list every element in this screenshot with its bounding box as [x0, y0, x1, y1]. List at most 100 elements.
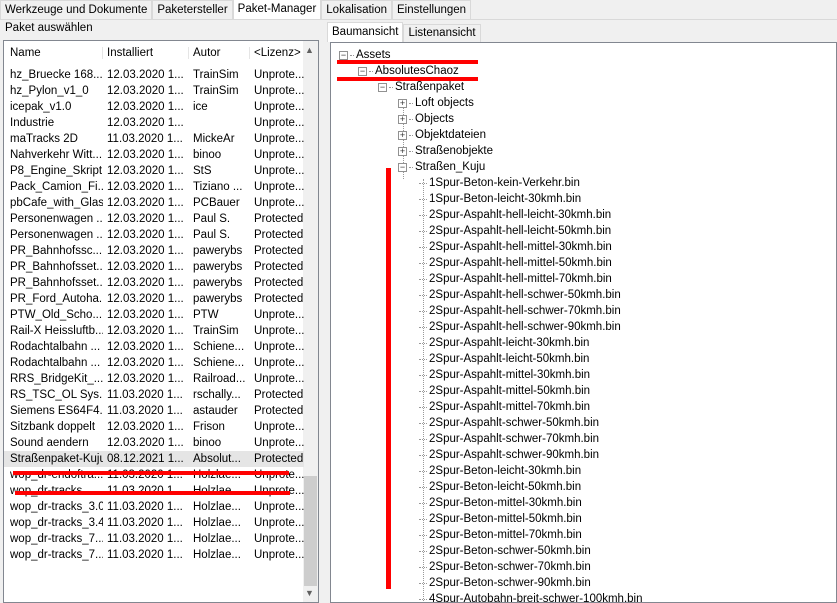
tree-node[interactable]: 2Spur-Aspahlt-leicht-50kmh.bin — [419, 351, 589, 367]
tree-node[interactable]: 2Spur-Aspahlt-hell-schwer-90kmh.bin — [419, 319, 621, 335]
tree-node[interactable]: 2Spur-Aspahlt-hell-mittel-30kmh.bin — [419, 239, 612, 255]
tree-node[interactable]: 2Spur-Beton-mittel-50kmh.bin — [419, 511, 582, 527]
cell-license: Protected — [254, 229, 304, 241]
tree-node-label: 2Spur-Aspahlt-hell-schwer-90kmh.bin — [429, 321, 621, 333]
table-row[interactable]: Rodachtalbahn ... 12.03.2020 1... Schiene.… — [4, 355, 304, 371]
table-row[interactable]: Siemens ES64F4... 11.03.2020 1... astauder… — [4, 403, 304, 419]
tree-node[interactable]: 2Spur-Aspahlt-leicht-30kmh.bin — [419, 335, 589, 351]
table-row[interactable]: Nahverkehr Witt... 12.03.2020 1... binoo Un… — [4, 147, 304, 163]
cell-author: pawerybs — [193, 293, 243, 305]
column-license[interactable]: <Lizenz> — [250, 47, 304, 59]
table-row[interactable]: wop_dr-endoftra... 11.03.2020 1... Holzlae… — [4, 467, 304, 483]
tree-node[interactable]: 1Spur-Beton-kein-Verkehr.bin — [419, 175, 580, 191]
table-row[interactable]: RRS_BridgeKit_... 12.03.2020 1... Railroad… — [4, 371, 304, 387]
scroll-up-icon[interactable]: ▲ — [305, 45, 314, 55]
collapse-icon[interactable]: − — [398, 162, 407, 172]
cell-author: rschally... — [193, 389, 241, 401]
table-row[interactable]: Sound aendern 12.03.2020 1... binoo Unprote… — [4, 435, 304, 451]
table-row[interactable]: icepak_v1.0 12.03.2020 1... ice Unprote... — [4, 99, 304, 115]
tree-node[interactable]: 2Spur-Beton-schwer-50kmh.bin — [419, 543, 591, 559]
expand-icon[interactable]: + — [398, 114, 407, 124]
table-row[interactable]: P8_Engine_Skript 12.03.2020 1... StS Unprot… — [4, 163, 304, 179]
tree-node[interactable]: 1Spur-Beton-leicht-30kmh.bin — [419, 191, 581, 207]
package-list[interactable]: Name Installiert Autor <Lizenz> ▲ ▼ hz_B… — [3, 40, 319, 603]
collapse-icon[interactable]: − — [378, 82, 387, 92]
tab-1[interactable]: Paketersteller — [152, 0, 233, 19]
tree-node[interactable]: 2Spur-Aspahlt-schwer-70kmh.bin — [419, 431, 599, 447]
cell-license: Unprote... — [254, 165, 304, 177]
column-installed[interactable]: Installiert — [103, 47, 189, 59]
scrollbar-thumb[interactable] — [304, 476, 317, 586]
table-row[interactable]: PR_Bahnhofsset... 12.03.2020 1... pawerybs… — [4, 259, 304, 275]
tree-node[interactable]: 2Spur-Beton-mittel-70kmh.bin — [419, 527, 582, 543]
list-scrollbar[interactable]: ▲ ▼ — [303, 41, 318, 602]
cell-author: binoo — [193, 149, 222, 161]
table-row[interactable]: Straßenpaket-Kuju 08.12.2021 1... Absolut.… — [4, 451, 304, 467]
table-row[interactable]: Industrie 12.03.2020 1... Unprote... — [4, 115, 304, 131]
table-row[interactable]: Rodachtalbahn ... 12.03.2020 1... Schiene.… — [4, 339, 304, 355]
tree-node[interactable]: 2Spur-Aspahlt-mittel-70kmh.bin — [419, 399, 590, 415]
tree-node[interactable]: 2Spur-Beton-schwer-70kmh.bin — [419, 559, 591, 575]
tree-node[interactable]: + Objektdateien — [398, 127, 486, 143]
expand-icon[interactable]: + — [398, 146, 407, 156]
table-row[interactable]: wop_dr-tracks_7... 11.03.2020 1... Holzlae… — [4, 531, 304, 547]
table-row[interactable]: PR_Bahnhofsset... 12.03.2020 1... pawerybs… — [4, 275, 304, 291]
table-row[interactable]: PR_Ford_Autoha... 12.03.2020 1... pawerybs… — [4, 291, 304, 307]
cell-license: Unprote... — [254, 549, 304, 561]
cell-name: pbCafe_with_Glass — [10, 197, 103, 209]
tree-node[interactable]: 2Spur-Aspahlt-schwer-90kmh.bin — [419, 447, 599, 463]
tree-node[interactable]: 2Spur-Aspahlt-mittel-50kmh.bin — [419, 383, 590, 399]
tab-3[interactable]: Lokalisation — [321, 0, 393, 19]
column-author[interactable]: Autor — [189, 47, 250, 59]
tree-node[interactable]: + Straßenobjekte — [398, 143, 493, 159]
tree-node[interactable]: 4Spur-Autobahn-breit-schwer-100kmh.bin — [419, 591, 643, 602]
cell-name: Rail-X Heissluftb... — [10, 325, 103, 337]
tree-node[interactable]: 2Spur-Aspahlt-hell-schwer-70kmh.bin — [419, 303, 621, 319]
cell-license: Unprote... — [254, 437, 304, 449]
table-row[interactable]: Sitzbank doppelt 12.03.2020 1... Frison Unp… — [4, 419, 304, 435]
tree-node[interactable]: + Loft objects — [398, 95, 474, 111]
collapse-icon[interactable]: − — [358, 66, 367, 76]
tree-node[interactable]: 2Spur-Aspahlt-mittel-30kmh.bin — [419, 367, 590, 383]
table-row[interactable]: Personenwagen ... 12.03.2020 1... Paul S. P… — [4, 211, 304, 227]
expand-icon[interactable]: + — [398, 130, 407, 140]
tree-node[interactable]: 2Spur-Beton-leicht-30kmh.bin — [419, 463, 581, 479]
table-row[interactable]: Personenwagen ... 12.03.2020 1... Paul S. P… — [4, 227, 304, 243]
tree-node-label: Straßen_Kuju — [415, 161, 486, 173]
table-row[interactable]: Rail-X Heissluftb... 12.03.2020 1... Train… — [4, 323, 304, 339]
tree-node[interactable]: 2Spur-Aspahlt-hell-schwer-50kmh.bin — [419, 287, 621, 303]
tree-node[interactable]: 2Spur-Beton-schwer-90kmh.bin — [419, 575, 591, 591]
asset-tree[interactable]: − Assets − AbsolutesChaoz − Straßenpaket + Loft… — [330, 42, 837, 603]
table-row[interactable]: wop_dr-tracks_3.4 11.03.2020 1... Holzlae.… — [4, 515, 304, 531]
tree-node-label: 2Spur-Aspahlt-hell-mittel-70kmh.bin — [429, 273, 612, 285]
tab-tree-view[interactable]: Baumansicht — [327, 22, 404, 42]
table-row[interactable]: wop_dr-tracks_3.0 11.03.2020 1... Holzlae.… — [4, 499, 304, 515]
tree-node[interactable]: 2Spur-Aspahlt-hell-leicht-30kmh.bin — [419, 207, 611, 223]
table-row[interactable]: maTracks 2D 11.03.2020 1... MickeAr Unprote… — [4, 131, 304, 147]
collapse-icon[interactable]: − — [339, 50, 348, 60]
tree-node[interactable]: 2Spur-Beton-mittel-30kmh.bin — [419, 495, 582, 511]
tree-node[interactable]: 2Spur-Aspahlt-hell-leicht-50kmh.bin — [419, 223, 611, 239]
scroll-down-icon[interactable]: ▼ — [305, 588, 314, 598]
table-row[interactable]: Pack_Camion_Fi... 12.03.2020 1... Tiziano … — [4, 179, 304, 195]
tab-list-view[interactable]: Listenansicht — [403, 24, 481, 42]
table-row[interactable]: wop_dr-tracks_7... 11.03.2020 1... Holzlae… — [4, 547, 304, 563]
tree-node[interactable]: 2Spur-Aspahlt-hell-mittel-50kmh.bin — [419, 255, 612, 271]
tab-2[interactable]: Paket-Manager — [232, 0, 322, 19]
tree-node[interactable]: − Straßen_Kuju — [398, 159, 485, 175]
table-row[interactable]: pbCafe_with_Glass 12.03.2020 1... PCBauer U… — [4, 195, 304, 211]
table-row[interactable]: hz_Bruecke 168... 12.03.2020 1... TrainSim… — [4, 67, 304, 83]
table-row[interactable]: RS_TSC_OL Sys... 11.03.2020 1... rschally.… — [4, 387, 304, 403]
tree-node[interactable]: 2Spur-Aspahlt-schwer-50kmh.bin — [419, 415, 599, 431]
tree-node[interactable]: 2Spur-Aspahlt-hell-mittel-70kmh.bin — [419, 271, 612, 287]
table-row[interactable]: hz_Pylon_v1_0 12.03.2020 1... TrainSim Unpr… — [4, 83, 304, 99]
tab-0[interactable]: Werkzeuge und Dokumente — [0, 0, 153, 19]
table-row[interactable]: PTW_Old_Scho... 12.03.2020 1... PTW Unprote… — [4, 307, 304, 323]
expand-icon[interactable]: + — [398, 98, 407, 108]
column-name[interactable]: Name — [4, 47, 103, 59]
tab-4[interactable]: Einstellungen — [392, 0, 472, 19]
tree-node[interactable]: − Straßenpaket — [378, 79, 464, 95]
table-row[interactable]: PR_Bahnhofssc... 12.03.2020 1... pawerybs P… — [4, 243, 304, 259]
tree-node[interactable]: + Objects — [398, 111, 454, 127]
tree-node[interactable]: 2Spur-Beton-leicht-50kmh.bin — [419, 479, 581, 495]
